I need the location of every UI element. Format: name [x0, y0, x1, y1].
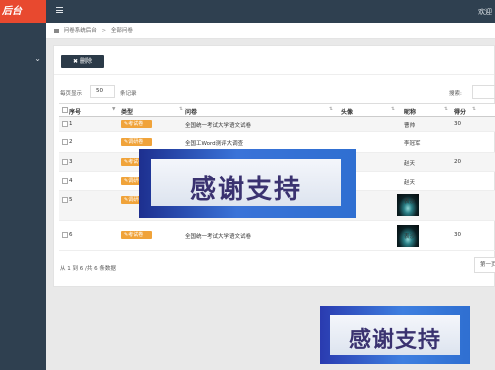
column-header-nickname[interactable]: 昵称 [404, 107, 416, 116]
menu-toggle-icon[interactable] [56, 7, 63, 13]
home-icon [54, 28, 59, 33]
column-header-survey[interactable]: 问卷 [185, 107, 197, 116]
x-icon: ✖ [73, 58, 79, 65]
row-checkbox[interactable] [62, 159, 68, 165]
first-page-button[interactable]: 第一页 [474, 257, 495, 273]
column-header-type[interactable]: 类型 [121, 107, 133, 116]
sort-icon[interactable]: ⇅ [329, 107, 333, 112]
row-checkbox[interactable] [62, 139, 68, 145]
survey-title[interactable]: 全国统一考试大学语文试卷 [185, 232, 251, 240]
row-checkbox[interactable] [62, 197, 68, 203]
survey-title[interactable]: 全国工Word测评大调查 [185, 139, 243, 147]
row-number: 4 [69, 178, 73, 184]
thanks-banner: 感谢支持 [139, 149, 356, 218]
column-header-avatar[interactable]: 头像 [341, 107, 353, 116]
nickname: 赵天 [404, 180, 416, 186]
select-all-checkbox[interactable] [62, 107, 68, 113]
search-input[interactable] [472, 85, 495, 99]
sidebar: 后台 ⌄ [0, 0, 46, 370]
sort-icon[interactable]: ⇅ [391, 107, 395, 112]
breadcrumb: 问卷系统后台 > 全部问卷 [46, 23, 495, 39]
row-number: 3 [69, 159, 73, 165]
row-number: 1 [69, 121, 73, 127]
row-number: 5 [69, 197, 73, 203]
breadcrumb-separator: > [101, 28, 107, 34]
sidebar-nav-item[interactable]: ⌄ [0, 50, 46, 70]
top-welcome-text: 欢迎 [478, 8, 492, 16]
divider [54, 74, 494, 75]
type-tag: ✎考试卷 [121, 231, 152, 239]
sort-icon[interactable]: ⇅ [179, 107, 183, 112]
column-header-score[interactable]: 得分 [454, 107, 466, 116]
table-header: 序号 ▼ 类型 ⇅ 问卷 ⇅ 头像 ⇅ 昵称 ⇅ 得分 ⇅ [59, 103, 495, 117]
type-tag: ✎考试卷 [121, 120, 152, 128]
brand-logo: 后台 [0, 0, 46, 23]
type-tag: ✎调研卷 [121, 138, 152, 146]
sort-icon[interactable]: ⇅ [472, 107, 476, 112]
search-label: 搜索: [449, 91, 462, 97]
row-checkbox[interactable] [62, 232, 68, 238]
score: 30 [454, 232, 461, 238]
delete-button[interactable]: ✖ 删除 [61, 55, 104, 68]
score: 30 [454, 121, 461, 127]
row-checkbox[interactable] [62, 121, 68, 127]
top-navbar: 欢迎 [46, 0, 495, 23]
chevron-down-icon: ⌄ [34, 54, 41, 63]
page-length-select[interactable]: 50 [90, 85, 115, 98]
table-row[interactable]: 1 ✎考试卷 全国统一考试大学语文试卷 曹帅 30 [59, 117, 495, 132]
nickname: 赵天 [404, 161, 416, 167]
banner-text: 感谢支持 [189, 175, 302, 205]
banner-text: 感谢支持 [348, 328, 441, 353]
delete-button-label: 删除 [79, 58, 92, 65]
table-info: 从 1 到 6 /共 6 条数据 [60, 266, 116, 272]
score: 20 [454, 159, 461, 165]
nickname: 李冠军 [404, 141, 421, 147]
row-checkbox[interactable] [62, 178, 68, 184]
breadcrumb-root[interactable]: 问卷系统后台 [64, 28, 97, 34]
column-header-number[interactable]: 序号 [69, 107, 81, 116]
banner-inner: 感谢支持 [151, 159, 341, 206]
nickname: 曹帅 [404, 123, 416, 129]
survey-title[interactable]: 全国统一考试大学语文试卷 [185, 121, 251, 129]
thanks-banner-small: 感谢支持 [320, 306, 470, 364]
row-number: 6 [69, 232, 73, 238]
sort-icon[interactable]: ⇅ [444, 107, 448, 112]
table-row[interactable]: 6 ✎考试卷 全国统一考试大学语文试卷 表沙 30 [59, 221, 495, 251]
page-length-suffix: 条记录 [120, 91, 137, 97]
sort-desc-icon[interactable]: ▼ [112, 107, 115, 112]
page-length-label: 每页显示 [60, 91, 83, 97]
nickname: 表沙 [404, 234, 416, 240]
banner-inner: 感谢支持 [330, 315, 460, 355]
row-number: 2 [69, 139, 73, 145]
nickname: 表沙 [404, 199, 416, 205]
breadcrumb-current: 全部问卷 [110, 28, 133, 34]
